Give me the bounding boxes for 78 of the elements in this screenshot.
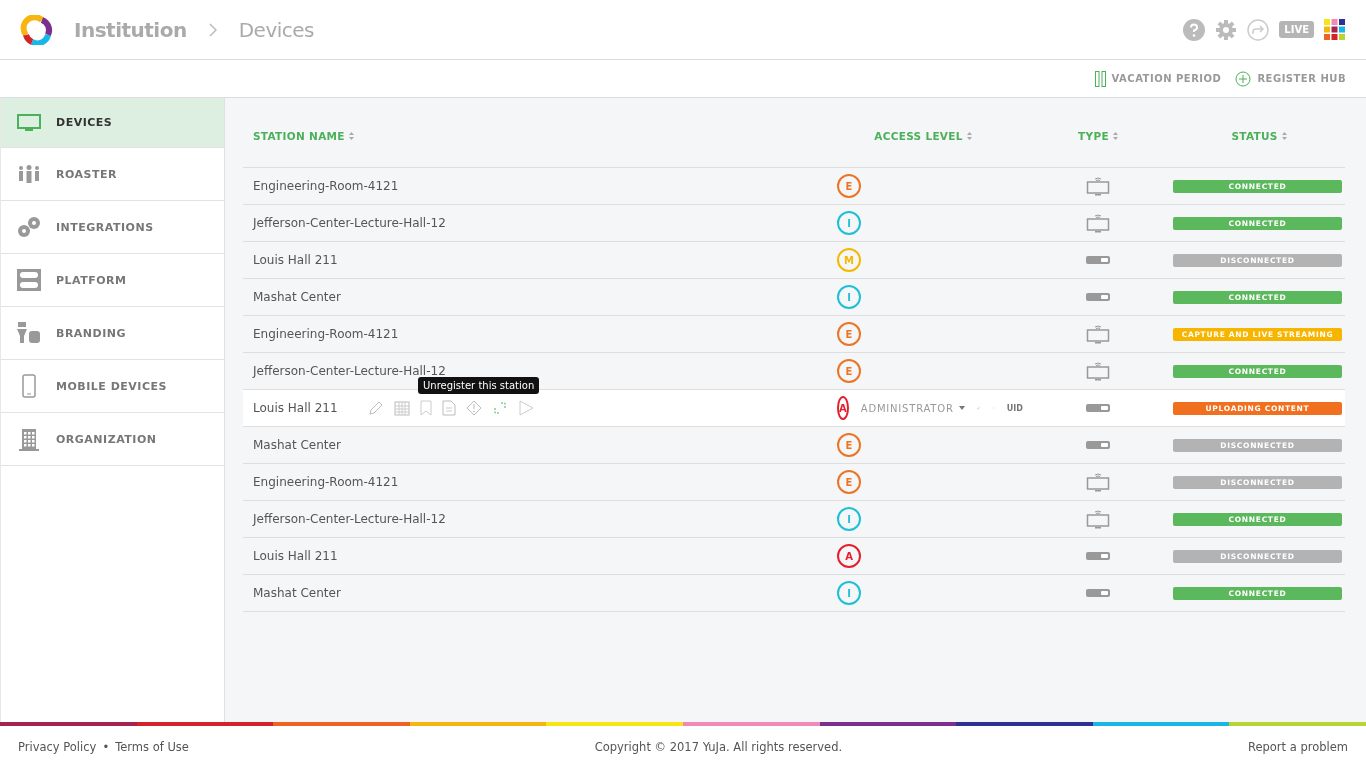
separator: •: [102, 740, 110, 754]
sidebar-label: ROASTER: [56, 167, 117, 181]
pencil-icon[interactable]: [367, 400, 384, 416]
access-level-badge: I: [837, 507, 861, 531]
sort-icon[interactable]: [1112, 132, 1118, 140]
monitor-icon: [1086, 361, 1110, 381]
terms-of-use-link[interactable]: Terms of Use: [115, 740, 189, 754]
document-icon[interactable]: [441, 400, 456, 416]
station-name: Jefferson-Center-Lecture-Hall-12: [253, 216, 446, 230]
building-icon: [16, 427, 42, 451]
station-name: Engineering-Room-4121: [253, 179, 399, 193]
sort-icon[interactable]: [348, 132, 354, 140]
station-name: Jefferson-Center-Lecture-Hall-12: [253, 512, 446, 526]
access-level-badge: E: [837, 174, 861, 198]
monitor-icon: [1086, 472, 1110, 492]
access-level-badge: E: [837, 433, 861, 457]
access-level-badge: M: [837, 248, 861, 272]
station-name: Louis Hall 211: [253, 549, 338, 563]
access-level-badge: E: [837, 322, 861, 346]
monitor-icon: [1086, 213, 1110, 233]
pause-icon: [1094, 70, 1106, 87]
access-level-badge: I: [837, 211, 861, 235]
copyright-text: Copyright © 2017 YuJa. All rights reserved.: [594, 740, 843, 754]
access-level-badge: A: [837, 544, 861, 568]
sidebar-label: ORGANIZATION: [56, 432, 157, 446]
sidebar-label: BRANDING: [56, 326, 127, 340]
privacy-policy-link[interactable]: Privacy Policy: [18, 740, 97, 754]
sidebar-label: INTEGRATIONS: [56, 220, 154, 234]
people-icon: [16, 165, 42, 183]
hub-device-icon: [1086, 441, 1110, 449]
station-name: Louis Hall 211: [253, 401, 338, 415]
settings-icon[interactable]: [1215, 18, 1238, 41]
brush-icon: [16, 322, 42, 344]
sidebar-item[interactable]: DEVICES: [1, 98, 224, 148]
station-name: Mashat Center: [253, 290, 341, 304]
station-name: Louis Hall 211: [253, 253, 338, 267]
report-problem-link[interactable]: Report a problem: [1247, 740, 1348, 754]
warning-diamond-icon[interactable]: [465, 400, 482, 416]
access-level-badge: E: [837, 359, 861, 383]
station-name: Jefferson-Center-Lecture-Hall-12: [253, 364, 446, 378]
caret-icon: [958, 406, 965, 410]
station-name: Engineering-Room-4121: [253, 327, 399, 341]
gears-icon: [16, 216, 42, 238]
station-name: Engineering-Room-4121: [253, 475, 399, 489]
sidebar-label: PLATFORM: [56, 273, 127, 287]
sort-icon[interactable]: [966, 132, 972, 140]
tooltip: Unregister this station: [418, 377, 540, 394]
chevron-icon: [208, 22, 217, 37]
monitor-icon: [1086, 324, 1110, 344]
monitor-icon: [1086, 509, 1110, 529]
hub-device-icon: [1086, 589, 1110, 597]
unlink-icon[interactable]: [491, 400, 508, 416]
hub-device-icon: [1086, 552, 1110, 560]
hub-device-icon: [1086, 293, 1110, 301]
access-level-badge: A: [837, 396, 849, 420]
play-icon[interactable]: [517, 400, 534, 416]
calendar-icon[interactable]: [393, 400, 410, 416]
sidebar-label: MOBILE DEVICES: [56, 379, 167, 393]
sidebar-label: DEVICES: [56, 116, 113, 129]
share-icon[interactable]: [1247, 18, 1270, 41]
help-icon[interactable]: [1183, 18, 1206, 41]
station-name: Mashat Center: [253, 438, 341, 452]
sort-icon[interactable]: [1281, 132, 1287, 140]
monitor-icon: [16, 113, 42, 132]
logo-icon[interactable]: [20, 14, 54, 45]
bookmark-icon[interactable]: [419, 400, 432, 416]
monitor-icon: [1086, 176, 1110, 196]
plus-circle-icon: [1235, 70, 1252, 87]
access-level-badge: I: [837, 285, 861, 309]
access-level-badge: E: [837, 470, 861, 494]
hub-device-icon: [1086, 404, 1110, 412]
uid-label[interactable]: UID: [1006, 403, 1023, 413]
station-name: Mashat Center: [253, 586, 341, 600]
apps-grid-icon[interactable]: [1324, 18, 1346, 41]
breadcrumb-item: Devices: [238, 17, 315, 42]
hub-device-icon: [1086, 256, 1110, 264]
access-level-badge: I: [837, 581, 861, 605]
toggles-icon: [16, 269, 42, 291]
